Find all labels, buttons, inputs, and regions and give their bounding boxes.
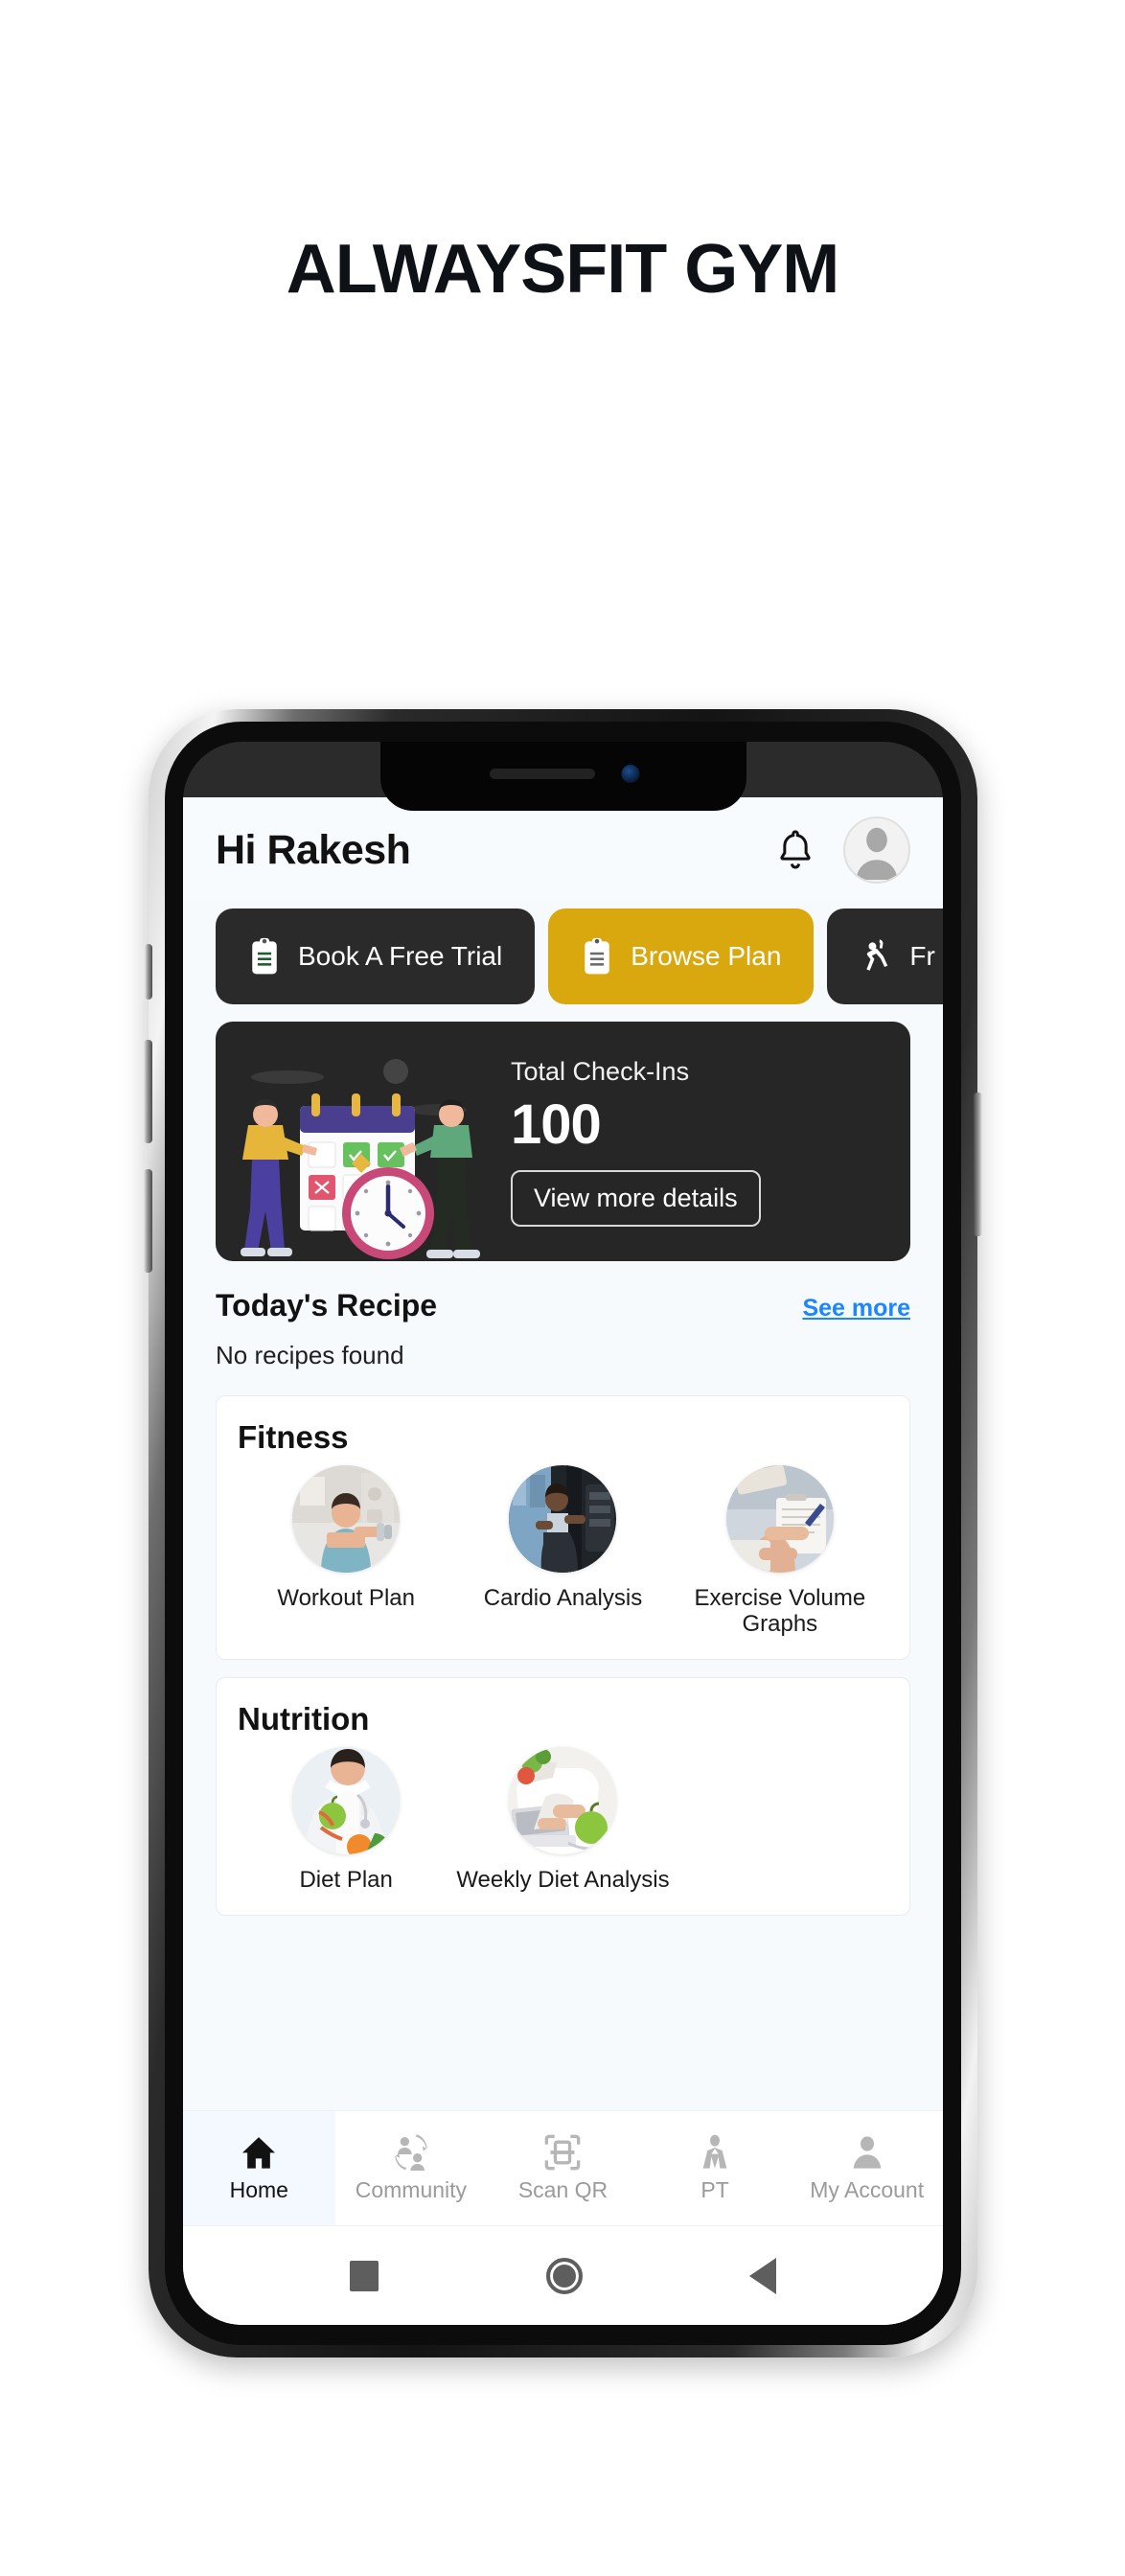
total-checkins-card[interactable]: Total Check-Ins 100 View more details — [216, 1022, 910, 1261]
tile-label: Cardio Analysis — [483, 1585, 643, 1611]
clipboard-icon — [252, 937, 277, 975]
exercise-figure-icon — [866, 939, 888, 971]
checkin-info: Total Check-Ins 100 View more details — [503, 1022, 910, 1261]
greeting-text: Hi Rakesh — [216, 826, 411, 873]
tile-label: Exercise Volume Graphs — [694, 1585, 866, 1637]
woman-treadmill-photo — [509, 1465, 617, 1573]
volume-up-button[interactable] — [144, 1040, 152, 1143]
nav-label: Scan QR — [517, 2177, 608, 2202]
app-viewport: Hi Rakesh Book A Free Trial Browse Plan … — [183, 797, 943, 2325]
silent-switch[interactable] — [145, 944, 152, 1000]
page-title: ALWAYSFIT GYM — [286, 231, 839, 308]
tile-label: Workout Plan — [277, 1585, 415, 1611]
person-icon — [853, 2136, 882, 2169]
nutrition-tiles: Diet Plan Weekly Diet Analysis — [238, 1746, 888, 1894]
home-icon — [242, 2137, 276, 2169]
nutrition-section-card: Nutrition Diet Plan Weekly Diet Analysis — [216, 1676, 910, 1916]
checkin-label: Total Check-Ins — [511, 1056, 690, 1086]
tile-diet-plan[interactable]: Diet Plan — [238, 1746, 454, 1894]
tile-cardio-analysis[interactable]: Cardio Analysis — [454, 1465, 671, 1638]
book-free-trial-button[interactable]: Book A Free Trial — [216, 908, 536, 1004]
bell-icon[interactable] — [774, 828, 816, 872]
scan-qr-icon — [545, 2134, 581, 2171]
checkin-value: 100 — [511, 1092, 602, 1156]
todays-recipe-block: Today's Recipe See more No recipes found — [183, 1261, 943, 1378]
nav-label: My Account — [810, 2177, 925, 2202]
clipboard-icon — [585, 937, 609, 975]
tile-exercise-volume-graphs[interactable]: Exercise Volume Graphs — [672, 1465, 888, 1638]
nav-item-scan-qr[interactable]: Scan QR — [487, 2111, 639, 2225]
book-free-trial-label: Book A Free Trial — [298, 941, 503, 971]
earpiece-speaker-icon — [489, 769, 595, 779]
nav-item-pt[interactable]: PT — [639, 2111, 792, 2225]
nav-item-community[interactable]: Community — [335, 2111, 488, 2225]
woman-dumbbell-photo — [292, 1465, 401, 1573]
tile-label: Weekly Diet Analysis — [456, 1866, 670, 1893]
recipe-see-more-link[interactable]: See more — [802, 1295, 910, 1322]
app-header: Hi Rakesh — [183, 797, 943, 903]
tile-weekly-diet-analysis[interactable]: Weekly Diet Analysis — [454, 1746, 671, 1894]
recents-square-icon[interactable] — [350, 2260, 379, 2291]
front-camera-icon — [621, 765, 639, 783]
tile-workout-plan[interactable]: Workout Plan — [238, 1465, 454, 1638]
browse-plan-label: Browse Plan — [631, 941, 782, 971]
nav-item-home[interactable]: Home — [183, 2111, 335, 2225]
nav-label: Home — [229, 2177, 288, 2202]
clipboard-writing-photo — [725, 1465, 834, 1573]
fitness-section-title: Fitness — [238, 1419, 349, 1455]
nav-label: PT — [700, 2177, 729, 2202]
calendar-checkin-illustration — [216, 1022, 503, 1261]
avatar[interactable] — [843, 816, 910, 884]
back-triangle-icon[interactable] — [748, 2257, 776, 2294]
fitness-tiles: Workout Plan Cardio Analysis Exercise Vo… — [238, 1465, 888, 1638]
quick-actions-row[interactable]: Book A Free Trial Browse Plan Fr — [183, 903, 943, 1022]
phone-screen: Hi Rakesh Book A Free Trial Browse Plan … — [183, 742, 943, 2325]
screenshot-root: ALWAYSFIT GYM Hi Rakesh Book A Free Tria… — [0, 0, 1125, 2576]
phone-mockup: Hi Rakesh Book A Free Trial Browse Plan … — [144, 709, 982, 2358]
community-icon — [393, 2134, 429, 2171]
android-system-bar[interactable] — [183, 2225, 943, 2325]
phone-notch — [379, 742, 746, 811]
recipe-empty-text: No recipes found — [216, 1341, 404, 1369]
tile-empty-slot — [672, 1747, 888, 1894]
fitness-section-card: Fitness Workout Plan Cardio Analysis Exe… — [216, 1395, 910, 1660]
nav-label: Community — [355, 2177, 468, 2202]
free-workouts-label: Fr — [909, 941, 935, 971]
free-workouts-button[interactable]: Fr — [827, 908, 943, 1004]
recipe-header: Today's Recipe See more — [216, 1288, 910, 1323]
nav-item-my-account[interactable]: My Account — [791, 2111, 943, 2225]
header-actions — [774, 816, 910, 884]
laptop-apple-photo — [509, 1746, 617, 1854]
recipe-title: Today's Recipe — [216, 1288, 438, 1322]
browse-plan-button[interactable]: Browse Plan — [548, 908, 815, 1004]
home-circle-icon[interactable] — [545, 2257, 583, 2294]
view-more-details-button[interactable]: View more details — [511, 1169, 761, 1227]
dietitian-apple-photo — [292, 1746, 401, 1854]
bottom-navigation[interactable]: Home Community Scan QR PT My Account — [183, 2110, 943, 2225]
nutrition-section-title: Nutrition — [238, 1700, 370, 1736]
volume-down-button[interactable] — [144, 1169, 152, 1273]
power-button[interactable] — [974, 1092, 982, 1236]
trainer-icon — [702, 2134, 727, 2169]
tile-label: Diet Plan — [299, 1866, 393, 1893]
